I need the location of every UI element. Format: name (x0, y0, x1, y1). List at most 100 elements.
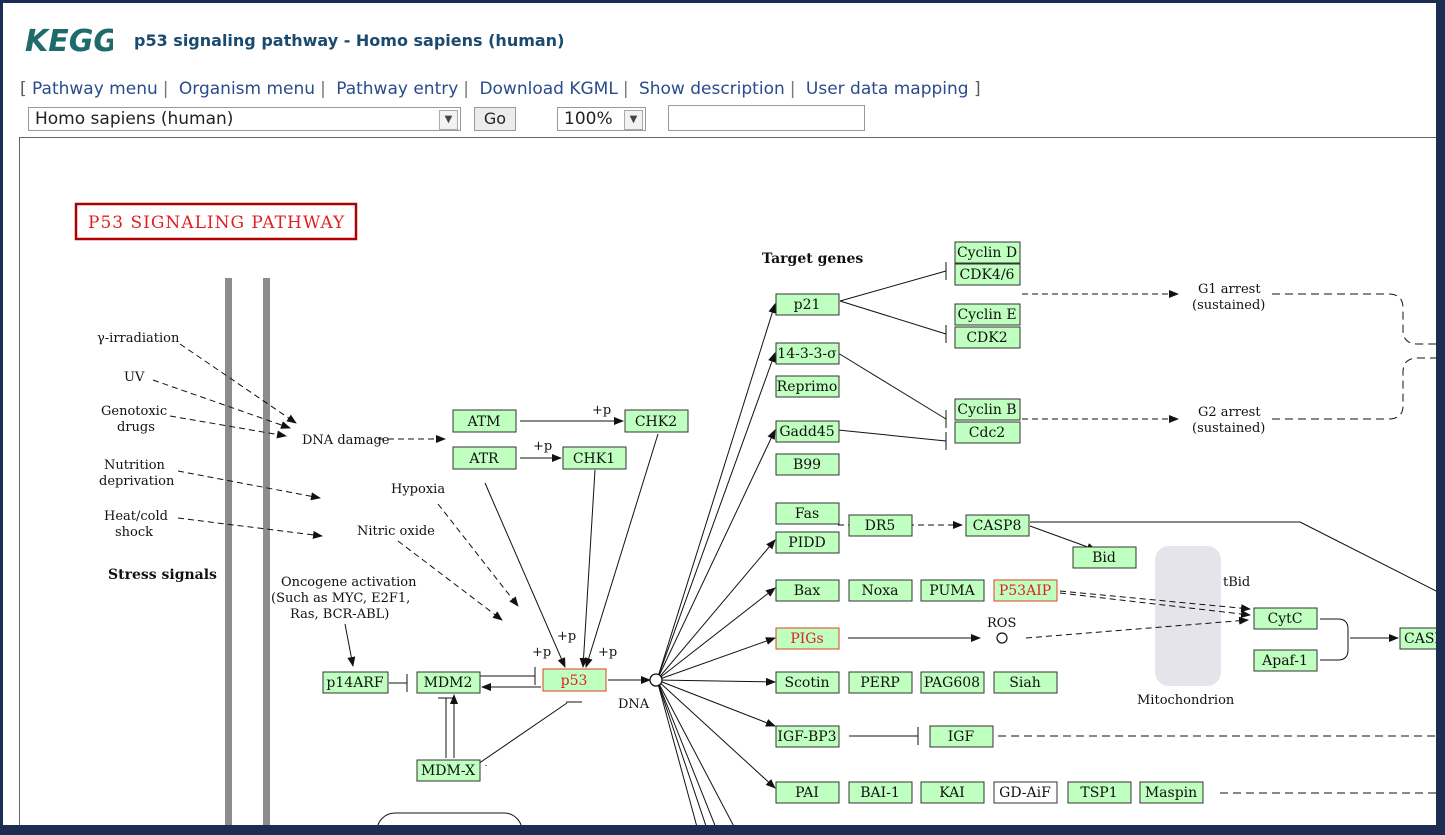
phospho-label: +p (557, 629, 576, 644)
phospho-label: +p (592, 403, 611, 418)
nutrition-label-2: deprivation (99, 474, 175, 489)
g2-arrest-label: G2 arrest (1198, 405, 1261, 420)
organism-menu-link[interactable]: Organism menu (179, 79, 315, 99)
gene-label: Noxa (862, 583, 899, 599)
gene-label: ATM (466, 414, 500, 430)
dna-label: DNA (618, 697, 650, 712)
gamma-irradiation-label: γ-irradiation (97, 331, 180, 346)
genotoxic-label: Genotoxic (101, 404, 167, 419)
gene-label: Cyclin D (957, 245, 1017, 261)
oncogene-label-3: Ras, BCR-ABL) (290, 607, 389, 622)
g1-arrest-label: G1 arrest (1198, 282, 1261, 297)
gene-label: Maspin (1145, 785, 1197, 801)
menu-close-bracket: ] (974, 79, 981, 99)
gene-label: Cdc2 (969, 425, 1005, 441)
heat-cold-label: Heat/cold (104, 509, 168, 524)
membrane-bar (263, 278, 270, 825)
gene-label: p53 (561, 673, 588, 689)
gene-label: IGF (948, 729, 975, 745)
show-description-link[interactable]: Show description (639, 79, 785, 99)
ros-node (996, 632, 1008, 644)
menu-separator: | (789, 79, 796, 99)
gene-label: TSP1 (1080, 785, 1117, 801)
download-kgml-link[interactable]: Download KGML (479, 79, 617, 99)
phospho-label: +p (598, 645, 617, 660)
organism-select-value: Homo sapiens (human) (35, 109, 234, 129)
search-input[interactable] (668, 105, 865, 131)
gene-label: PERP (860, 675, 900, 691)
menu-separator: | (622, 79, 629, 99)
gene-label: Fas (795, 506, 819, 522)
gene-label: CDK4/6 (960, 267, 1015, 283)
gene-label: Bax (794, 583, 821, 599)
menu-separator: | (463, 79, 470, 99)
hypoxia-label: Hypoxia (391, 482, 445, 497)
gene-label: 14-3-3-σ (777, 346, 837, 362)
gene-label: Reprimo (777, 379, 838, 395)
gene-label: Scotin (785, 675, 830, 691)
g2-sustained-label: (sustained) (1192, 421, 1265, 436)
gene-label: Gadd45 (779, 424, 834, 440)
mitochondrion-shape (1155, 546, 1221, 686)
target-genes-label: Target genes (762, 251, 863, 267)
gene-label: PUMA (929, 583, 975, 599)
gene-label: GD-AiF (999, 785, 1051, 801)
map-title: P53 SIGNALING PATHWAY (88, 213, 345, 233)
gene-label: B99 (793, 457, 821, 473)
gene-label: PAI (795, 785, 819, 801)
gene-label: Siah (1009, 675, 1040, 691)
gene-label: CHK1 (573, 451, 615, 467)
menu-separator: | (320, 79, 326, 99)
gene-label: MDM2 (424, 675, 473, 691)
gene-label: KAI (939, 785, 965, 801)
gene-label: p14ARF (326, 675, 383, 691)
pathway-map-canvas: P53 SIGNALING PATHWAY Target genes Stres… (19, 137, 1436, 825)
dna-node (649, 673, 663, 687)
phospho-label: +p (533, 439, 552, 454)
chevron-down-icon[interactable]: ▼ (624, 110, 643, 130)
mitochondrion-label: Mitochondrion (1137, 693, 1235, 708)
uv-label: UV (124, 370, 145, 385)
genotoxic-label-2: drugs (117, 420, 155, 435)
gene-label: Cyclin E (957, 307, 1016, 323)
gene-label: MDM-X (421, 763, 475, 779)
pathway-diagram: P53 SIGNALING PATHWAY Target genes Stres… (74, 202, 1436, 825)
gene-label: BAI-1 (860, 785, 900, 801)
organism-select[interactable]: Homo sapiens (human) ▼ (28, 107, 461, 131)
kegg-page: KEGG p53 signaling pathway - Homo sapien… (3, 3, 1436, 825)
gene-label: CDK2 (966, 330, 1007, 346)
pathway-menu-link[interactable]: Pathway menu (32, 79, 158, 99)
zoom-select[interactable]: 100% ▼ (557, 107, 646, 131)
gene-label: IGF-BP3 (777, 729, 836, 745)
chevron-down-icon[interactable]: ▼ (439, 110, 458, 130)
oncogene-label: Oncogene activation (281, 575, 417, 590)
gene-label: CytC (1268, 611, 1303, 627)
g1-sustained-label: (sustained) (1192, 298, 1265, 313)
nutrition-label: Nutrition (104, 458, 166, 473)
pathway-entry-link[interactable]: Pathway entry (336, 79, 458, 99)
page-title: p53 signaling pathway - Homo sapiens (hu… (134, 31, 565, 50)
bottom-node-partial (377, 812, 522, 825)
pathway-menu-bar: [ Pathway menu | Organism menu | Pathway e… (20, 79, 981, 99)
dna-damage-label: DNA damage (302, 433, 390, 448)
gene-label: ATR (468, 451, 499, 467)
zoom-select-value: 100% (564, 109, 613, 129)
tbid-label: tBid (1223, 575, 1250, 590)
gene-label: Cyclin B (957, 402, 1016, 418)
user-data-mapping-link[interactable]: User data mapping (806, 79, 969, 99)
ros-label: ROS (987, 616, 1016, 631)
gene-label: PIDD (788, 535, 825, 551)
gene-label: CASP8 (973, 518, 1022, 534)
gene-label: CASP9 (1404, 631, 1436, 647)
kegg-logo-text: KEGG (25, 24, 113, 59)
go-button[interactable]: Go (474, 107, 516, 131)
menu-separator: | (162, 79, 169, 99)
gene-label: CHK2 (635, 414, 677, 430)
gene-label: Bid (1092, 550, 1116, 566)
kegg-logo[interactable]: KEGG (23, 19, 113, 65)
oncogene-label-2: (Such as MYC, E2F1, (271, 591, 410, 606)
gene-label: DR5 (865, 518, 896, 534)
nitric-oxide-label: Nitric oxide (357, 524, 435, 539)
stress-signals-label: Stress signals (108, 567, 217, 583)
menu-open-bracket: [ (20, 79, 27, 99)
